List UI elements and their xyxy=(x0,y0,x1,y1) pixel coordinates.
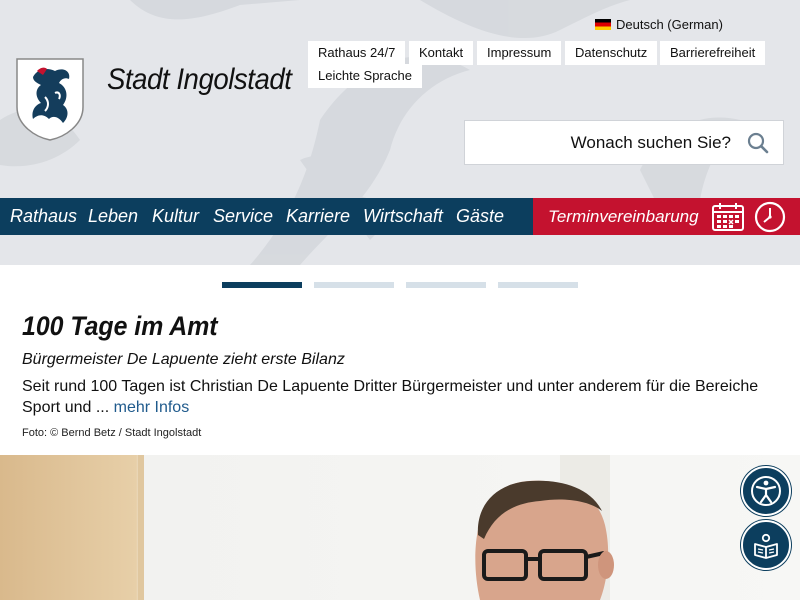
appointment-button[interactable]: Terminvereinbarung xyxy=(533,198,800,235)
language-switcher[interactable]: Deutsch (German) xyxy=(595,17,723,32)
nav-item-leben[interactable]: Leben xyxy=(88,198,138,235)
language-label: Deutsch (German) xyxy=(616,17,723,32)
clock-icon xyxy=(754,201,786,233)
article-teaser: Seit rund 100 Tagen ist Christian De Lap… xyxy=(22,376,782,418)
nav-item-gaeste[interactable]: Gäste xyxy=(456,198,504,235)
calendar-icon xyxy=(712,203,744,231)
accessibility-button[interactable] xyxy=(741,466,791,516)
nav-item-kultur[interactable]: Kultur xyxy=(152,198,199,235)
flag-de-icon xyxy=(595,19,611,30)
search-placeholder[interactable]: Wonach suchen Sie? xyxy=(571,133,731,153)
site-title[interactable]: Stadt Ingolstadt xyxy=(107,63,292,97)
article-subtitle: Bürgermeister De Lapuente zieht erste Bi… xyxy=(22,351,345,368)
main-navigation: Rathaus Leben Kultur Service Karriere Wi… xyxy=(0,198,800,235)
city-crest-icon[interactable] xyxy=(15,57,85,141)
search-icon[interactable] xyxy=(747,132,769,154)
nav-item-karriere[interactable]: Karriere xyxy=(286,198,350,235)
link-leichte-sprache[interactable]: Leichte Sprache xyxy=(308,64,422,88)
portrait-image xyxy=(0,455,800,600)
nav-item-rathaus[interactable]: Rathaus xyxy=(10,198,77,235)
easy-read-button[interactable] xyxy=(741,520,791,570)
article-title[interactable]: 100 Tage im Amt xyxy=(22,311,218,342)
link-datenschutz[interactable]: Datenschutz xyxy=(565,41,658,65)
article-photo xyxy=(0,455,800,600)
slider-dot-4[interactable] xyxy=(498,282,578,288)
easy-read-icon xyxy=(754,533,778,559)
search-box[interactable]: Wonach suchen Sie? xyxy=(464,120,784,165)
slider-dot-2[interactable] xyxy=(314,282,394,288)
link-barrierefreiheit[interactable]: Barrierefreiheit xyxy=(660,41,766,65)
link-kontakt[interactable]: Kontakt xyxy=(409,41,474,65)
link-impressum[interactable]: Impressum xyxy=(477,41,562,65)
photo-credit: Foto: © Bernd Betz / Stadt Ingolstadt xyxy=(22,427,202,439)
accessibility-icon xyxy=(751,476,781,506)
appointment-label: Terminvereinbarung xyxy=(548,207,699,226)
nav-item-wirtschaft[interactable]: Wirtschaft xyxy=(363,198,443,235)
link-rathaus-24-7[interactable]: Rathaus 24/7 xyxy=(308,41,406,65)
nav-item-service[interactable]: Service xyxy=(213,198,273,235)
slider-dot-1[interactable] xyxy=(222,282,302,288)
slider-dot-3[interactable] xyxy=(406,282,486,288)
more-info-link[interactable]: mehr Infos xyxy=(114,399,190,416)
